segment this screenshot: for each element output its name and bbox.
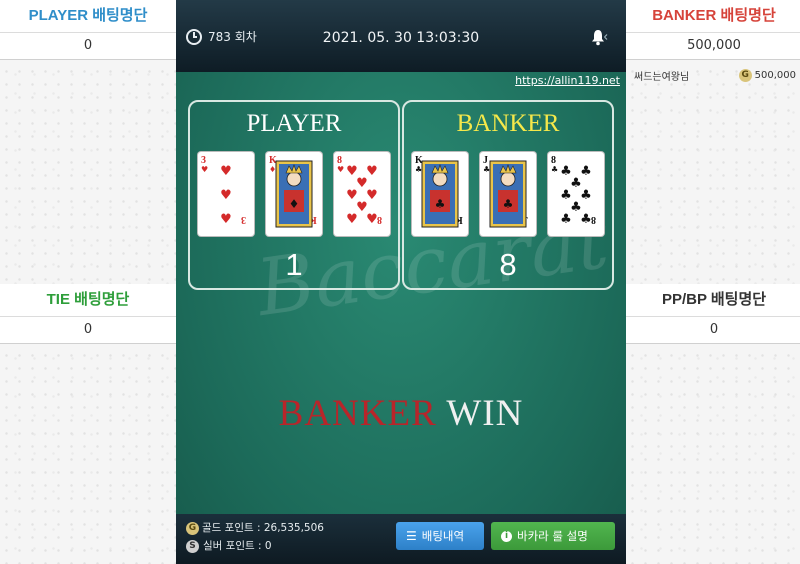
player-cards: 3 ♥ 3 ♥ ♥ ♥ K ♦ K ♦ 8 ♥ 8 ♥ ♥ ♥ ♥ ♥ ♥ ♥ ♥ [198, 152, 390, 236]
card-rank: 3 [241, 214, 246, 225]
banker-cards: K♣K♣ J♣J♣ 8♣8♣♣♣♣♣♣♣♣ [412, 152, 604, 236]
bettor-amount: 500,000 [754, 70, 796, 81]
gold-points: 골드 포인트 : 26,535,506 [202, 522, 324, 534]
player-hand: PLAYER 3 ♥ 3 ♥ ♥ ♥ K ♦ K ♦ 8 ♥ 8 ♥ ♥ ♥ ♥ ♥ ♥ ♥ ♥ 1 [188, 100, 400, 290]
card-suit: ♥ [337, 165, 344, 174]
baccarat-rules-label: 바카라 룰 설명 [517, 529, 588, 543]
banker-bet-total: 500,000 [626, 33, 800, 60]
pair-bet-total: 0 [626, 317, 800, 344]
pair-bet-list-panel: PP/BP 배팅명단 0 [626, 284, 800, 564]
card-pip: ♣ [580, 188, 592, 203]
gold-coin-icon: G [186, 521, 199, 535]
result-word: WIN [446, 393, 524, 434]
player-bet-list-panel: PLAYER 배팅명단 0 [0, 0, 176, 284]
banker-score: 8 [499, 247, 517, 282]
card-suit: ♣ [415, 165, 422, 174]
player-bet-list-title: PLAYER 배팅명단 [0, 0, 176, 33]
card-suit: ♣ [483, 165, 490, 174]
card-pip: ♣ [580, 164, 592, 179]
card-pip: ♥ [366, 164, 378, 179]
list-item: 써드는여왕님 G 500,000 [626, 60, 800, 83]
player-card-1: 3 ♥ 3 ♥ ♥ ♥ [198, 152, 254, 236]
game-footer: G 골드 포인트 : 26,535,506 S 실버 포인트 : 0 ☰ 배팅내… [176, 514, 626, 564]
bettor-amount-wrap: G 500,000 [738, 69, 796, 82]
list-icon: ☰ [406, 529, 417, 543]
tie-bet-list-title: TIE 배팅명단 [0, 284, 176, 317]
card-pip: ♣ [560, 212, 572, 227]
player-score: 1 [285, 247, 303, 282]
banker-card-3: 8 ♣ 8 ♣ ♣ ♣ ♣ ♣ ♣ ♣ ♣ [548, 152, 604, 236]
card-suit: ♦ [289, 197, 300, 211]
card-pip: ♥ [346, 212, 358, 227]
player-bet-total: 0 [0, 33, 176, 60]
card-pip: ♥ [220, 164, 232, 179]
card-pip: ♣ [580, 212, 592, 227]
card-suit: ♣ [503, 197, 514, 211]
gold-points-row: G 골드 포인트 : 26,535,506 [186, 519, 324, 537]
tie-bet-total: 0 [0, 317, 176, 344]
card-pip: ♥ [366, 212, 378, 227]
banker-hand-title: BANKER [456, 110, 560, 137]
player-hand-title: PLAYER [246, 110, 342, 137]
point-balances: G 골드 포인트 : 26,535,506 S 실버 포인트 : 0 [186, 519, 324, 555]
card-suit: ♣ [435, 197, 446, 211]
silver-points: 실버 포인트 : 0 [203, 540, 272, 552]
baccarat-table: 783 회차 2021. 05. 30 13:03:30 https://all… [176, 0, 626, 564]
tie-bet-list-panel: TIE 배팅명단 0 [0, 284, 176, 564]
card-face-head [286, 171, 302, 187]
pair-bet-list-title: PP/BP 배팅명단 [626, 284, 800, 317]
result-winner: BANKER [278, 393, 437, 434]
bet-history-label: 배팅내역 [421, 529, 465, 543]
card-face-head [500, 171, 516, 187]
silver-points-row: S 실버 포인트 : 0 [186, 537, 324, 555]
card-face-head [432, 171, 448, 187]
silver-coin-icon: S [186, 539, 199, 553]
banker-bet-list-panel: BANKER 배팅명단 500,000 써드는여왕님 G 500,000 [626, 0, 800, 284]
bell-icon[interactable] [590, 28, 610, 50]
card-suit: ♥ [201, 165, 208, 174]
round-result: BANKER WIN [176, 392, 626, 435]
banker-card-1: K ♣ K ♣ [412, 152, 468, 236]
card-suit: ♦ [269, 165, 276, 174]
banker-bet-list-title: BANKER 배팅명단 [626, 0, 800, 33]
card-suit: ♣ [551, 165, 558, 174]
player-card-3: 8 ♥ 8 ♥ ♥ ♥ ♥ ♥ ♥ ♥ ♥ [334, 152, 390, 236]
game-header: 783 회차 2021. 05. 30 13:03:30 [176, 0, 626, 72]
bet-history-button[interactable]: ☰ 배팅내역 [396, 522, 484, 550]
game-datetime: 2021. 05. 30 13:03:30 [322, 30, 480, 46]
card-pip: ♥ [366, 188, 378, 203]
site-url-link[interactable]: https://allin119.net [515, 74, 620, 87]
banker-hand: BANKER K♣K♣ J♣J♣ 8♣8♣♣♣♣♣♣♣♣ 8 [402, 100, 614, 290]
card-pip: ♥ [220, 188, 232, 203]
banker-card-2: J♣J♣ [480, 152, 536, 236]
info-icon: i [501, 530, 512, 542]
gold-coin-icon: G [738, 69, 752, 82]
player-card-2: K ♦ K ♦ [266, 152, 322, 236]
baccarat-rules-button[interactable]: i 바카라 룰 설명 [491, 522, 615, 550]
card-pip: ♥ [220, 212, 232, 227]
bettor-name: 써드는여왕님 [634, 72, 690, 83]
